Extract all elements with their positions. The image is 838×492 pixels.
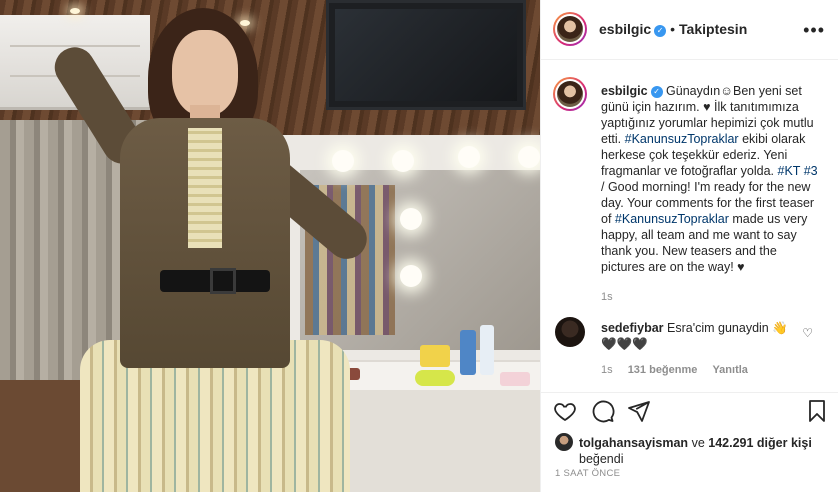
- share-icon[interactable]: [627, 399, 651, 423]
- post-sidebar: esbilgic ✓ • Takiptesin ••• esbilgic ✓ Günay…: [540, 0, 838, 492]
- reply-comment: sedefiybar Esra'cim gunaydin 👋🖤🖤🖤: [601, 320, 801, 352]
- comment-icon[interactable]: [591, 399, 615, 423]
- post-photo[interactable]: [0, 0, 540, 492]
- belt-buckle: [210, 268, 236, 294]
- heart-icon[interactable]: [553, 399, 577, 423]
- likes-summary: tolgahansayisman ve 142.291 diğer kişi b…: [555, 433, 825, 467]
- vanity-bulb: [400, 265, 422, 287]
- makeup: [500, 372, 530, 386]
- tv: [326, 0, 526, 110]
- reply-username[interactable]: sedefiybar: [601, 321, 664, 335]
- comments-area[interactable]: esbilgic ✓ Günaydın☺Ben yeni set günü içi…: [541, 61, 838, 391]
- verified-icon: ✓: [654, 25, 667, 37]
- post-header: esbilgic ✓ • Takiptesin •••: [541, 0, 838, 60]
- reply-avatar[interactable]: [555, 317, 585, 347]
- liker-avatar[interactable]: [555, 433, 573, 451]
- verified-icon: ✓: [650, 86, 663, 98]
- case: [415, 370, 455, 386]
- post-timestamp[interactable]: 1 SAAT ÖNCE: [555, 468, 620, 479]
- shirt: [188, 128, 222, 248]
- vanity-bulb: [518, 146, 540, 168]
- bookmark-icon[interactable]: [805, 399, 829, 423]
- bottle: [480, 325, 494, 375]
- avatar[interactable]: [553, 12, 587, 46]
- liker-username[interactable]: tolgahansayisman: [579, 436, 688, 450]
- bottle: [460, 330, 476, 375]
- likes-count[interactable]: 142.291 diğer kişi: [708, 436, 812, 450]
- caption: esbilgic ✓ Günaydın☺Ben yeni set günü içi…: [601, 83, 823, 305]
- header-username[interactable]: esbilgic: [599, 21, 651, 37]
- header-user-line: esbilgic ✓ • Takiptesin: [599, 21, 747, 39]
- vanity-bulb: [332, 150, 354, 172]
- person-face: [172, 30, 238, 116]
- vanity-bulb: [458, 146, 480, 168]
- likes-connector: ve: [691, 436, 705, 450]
- caption-username[interactable]: esbilgic: [601, 84, 648, 98]
- ellipsis-icon[interactable]: •••: [803, 20, 825, 41]
- caption-avatar[interactable]: [553, 77, 587, 111]
- reply-likes[interactable]: 131 beğenme: [628, 364, 698, 376]
- caption-time[interactable]: 1s: [601, 289, 823, 305]
- reply-button[interactable]: Yanıtla: [712, 364, 747, 376]
- vanity-bulb: [400, 208, 422, 230]
- likes-suffix: beğendi: [579, 452, 624, 466]
- follow-status-button[interactable]: Takiptesin: [679, 21, 747, 37]
- hashtag-link[interactable]: #KanunsuzTopraklar: [625, 132, 739, 146]
- hashtag-link[interactable]: #KanunsuzTopraklar: [615, 212, 729, 226]
- ceiling-light: [240, 20, 250, 26]
- vanity-bulb: [392, 150, 414, 172]
- hashtag-link[interactable]: #3: [804, 164, 818, 178]
- ceiling-light: [70, 8, 80, 14]
- reply-meta: 1s 131 beğenme Yanıtla: [601, 364, 760, 376]
- separator-dot: •: [670, 21, 676, 37]
- reply-time[interactable]: 1s: [601, 364, 613, 376]
- hashtag-link[interactable]: #KT: [778, 164, 801, 178]
- comment-like-heart-icon[interactable]: ♡: [802, 326, 813, 340]
- tissue-box: [420, 345, 450, 367]
- action-bar: tolgahansayisman ve 142.291 diğer kişi b…: [541, 392, 838, 492]
